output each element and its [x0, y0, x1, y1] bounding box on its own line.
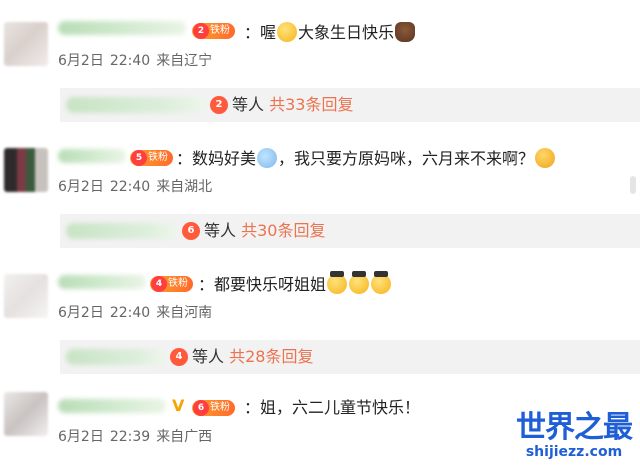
smile-emoji	[277, 22, 298, 42]
reply-label[interactable]: 等人 共28条回复	[192, 347, 313, 367]
comment-text: ：喔 大象生日快乐	[244, 22, 416, 43]
fan-badge[interactable]: 2 铁粉	[192, 23, 235, 39]
graduation-emoji	[371, 271, 392, 294]
fan-badge-label: 铁粉	[210, 402, 230, 413]
medal-icon: 6	[182, 222, 200, 240]
username-blurred[interactable]	[58, 399, 166, 413]
fan-level: 5	[131, 150, 147, 166]
reply-summary[interactable]: 2 等人 共33条回复	[60, 88, 640, 122]
reply-summary[interactable]: 6 等人 共30条回复	[60, 214, 640, 248]
comment-text-part: 大象生日快乐	[298, 23, 395, 42]
comment-meta: 6月2日 22:40 来自湖北	[58, 178, 218, 196]
fan-badge[interactable]: 6 铁粉	[192, 400, 235, 416]
medal-icon: 2	[210, 96, 228, 114]
comment-time: 22:39	[109, 429, 151, 445]
comment-date: 6月2日	[58, 179, 104, 195]
username-blurred[interactable]	[58, 149, 126, 163]
comment-text-part: ：喔	[244, 23, 277, 42]
comment-meta: 6月2日 22:40 来自辽宁	[58, 52, 218, 70]
graduation-emoji	[349, 271, 370, 294]
reply-who: 等人	[192, 347, 225, 366]
scrollbar-mark	[630, 176, 636, 194]
graduation-emoji	[327, 271, 348, 294]
watermark-title: 世界之最	[516, 410, 633, 445]
fan-level: 4	[151, 276, 167, 292]
reply-user-blurred	[66, 349, 166, 365]
reply-count-link[interactable]: 共30条回复	[241, 221, 325, 240]
comment-date: 6月2日	[58, 53, 104, 69]
fan-badge-label: 铁粉	[168, 278, 188, 289]
avatar[interactable]	[4, 148, 48, 192]
avatar[interactable]	[4, 274, 48, 318]
fan-badge-label: 铁粉	[148, 152, 168, 163]
reply-count-link[interactable]: 共33条回复	[269, 95, 353, 114]
fan-level: 2	[193, 23, 209, 39]
fan-badge-label: 铁粉	[210, 25, 230, 36]
comment-text-part: ，我只要方原妈咪，六月来不来啊？	[278, 149, 535, 168]
comment-location: 来自湖北	[156, 179, 213, 195]
comment-date: 6月2日	[58, 305, 104, 321]
comment-meta: 6月2日 22:40 来自河南	[58, 304, 218, 322]
reply-who: 等人	[232, 95, 265, 114]
comment-text-part: ：都要快乐呀姐姐	[198, 275, 327, 294]
comment-text: ：都要快乐呀姐姐	[198, 271, 392, 295]
comment-location: 来自河南	[156, 305, 213, 321]
reply-count-link[interactable]: 共28条回复	[229, 347, 313, 366]
comment-date: 6月2日	[58, 429, 104, 445]
comment-text: ：姐，六二儿童节快乐！	[244, 398, 420, 418]
cake-emoji	[395, 22, 416, 42]
reply-label[interactable]: 等人 共33条回复	[232, 95, 353, 115]
avatar[interactable]	[4, 392, 48, 436]
reply-user-blurred	[66, 97, 206, 113]
avatar[interactable]	[4, 22, 48, 66]
reply-summary[interactable]: 4 等人 共28条回复	[60, 340, 640, 374]
comment-time: 22:40	[109, 53, 151, 69]
medal-icon: 4	[170, 348, 188, 366]
unicorn-emoji	[257, 148, 278, 168]
comment-location: 来自辽宁	[156, 53, 213, 69]
fan-level: 6	[193, 400, 209, 416]
reply-who: 等人	[204, 221, 237, 240]
comment-time: 22:40	[109, 179, 151, 195]
watermark-logo: 世界之最 shijiezz.com	[516, 410, 633, 460]
comment-text-part: ：姐，六二儿童节快乐！	[244, 398, 421, 417]
reply-user-blurred	[66, 223, 178, 239]
party-emoji	[535, 148, 556, 168]
watermark-domain: shijiezz.com	[525, 444, 623, 460]
comment-location: 来自广西	[156, 429, 213, 445]
comment-text: ：数妈好美 ，我只要方原妈咪，六月来不来啊？	[176, 148, 556, 169]
username-blurred[interactable]	[58, 275, 146, 289]
vip-icon: V	[172, 396, 185, 415]
comment-meta: 6月2日 22:39 来自广西	[58, 428, 218, 446]
comment-text-part: ：数妈好美	[176, 149, 257, 168]
username-blurred[interactable]	[58, 21, 186, 35]
fan-badge[interactable]: 5 铁粉	[130, 150, 173, 166]
fan-badge[interactable]: 4 铁粉	[150, 276, 193, 292]
reply-label[interactable]: 等人 共30条回复	[204, 221, 325, 241]
comment-time: 22:40	[109, 305, 151, 321]
